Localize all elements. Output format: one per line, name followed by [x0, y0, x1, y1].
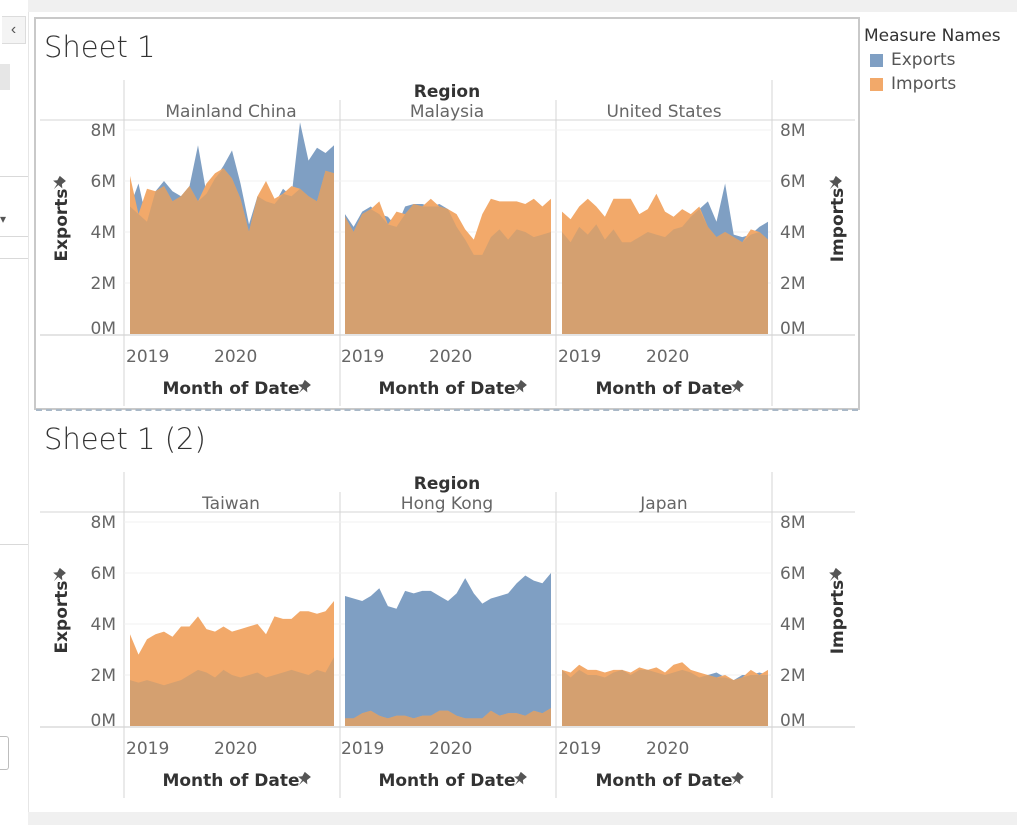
- x-tick-label: 2020: [646, 739, 689, 759]
- y-tick-label-left: 0M: [91, 711, 116, 731]
- y-axis-title-left: Exports: [52, 580, 72, 653]
- y-tick-label-left: 8M: [91, 513, 116, 533]
- y-tick-label-right: 8M: [780, 513, 805, 533]
- x-tick-label: 2019: [126, 739, 169, 759]
- x-axis-title: Month of Date: [162, 771, 299, 791]
- x-tick-label: 2020: [429, 739, 472, 759]
- x-axis-title: Month of Date: [378, 771, 515, 791]
- y-tick-label-left: 2M: [91, 666, 116, 686]
- y-axis-title-right: Imports: [828, 580, 848, 655]
- y-tick-label-left: 4M: [91, 615, 116, 635]
- x-axis-title: Month of Date: [595, 771, 732, 791]
- column-header-region: Region: [414, 474, 480, 494]
- x-tick-label: 2019: [341, 739, 384, 759]
- chart-sheet-1-2: Region 8M 8M 6M 6M 4M 4M 2M 2M 0M 0M Exports Imports…: [40, 472, 855, 798]
- y-tick-label-right: 4M: [780, 615, 805, 635]
- y-tick-label-right: 0M: [780, 711, 805, 731]
- panel-header-region: Japan: [639, 494, 687, 514]
- x-tick-label: 2020: [214, 739, 257, 759]
- y-tick-label-right: 2M: [780, 666, 805, 686]
- panel-header-region: Hong Kong: [401, 494, 493, 514]
- y-tick-label-left: 6M: [91, 564, 116, 584]
- panel-header-region: Taiwan: [201, 494, 260, 514]
- y-tick-label-right: 6M: [780, 564, 805, 584]
- x-tick-label: 2019: [558, 739, 601, 759]
- area-exports: [345, 573, 551, 726]
